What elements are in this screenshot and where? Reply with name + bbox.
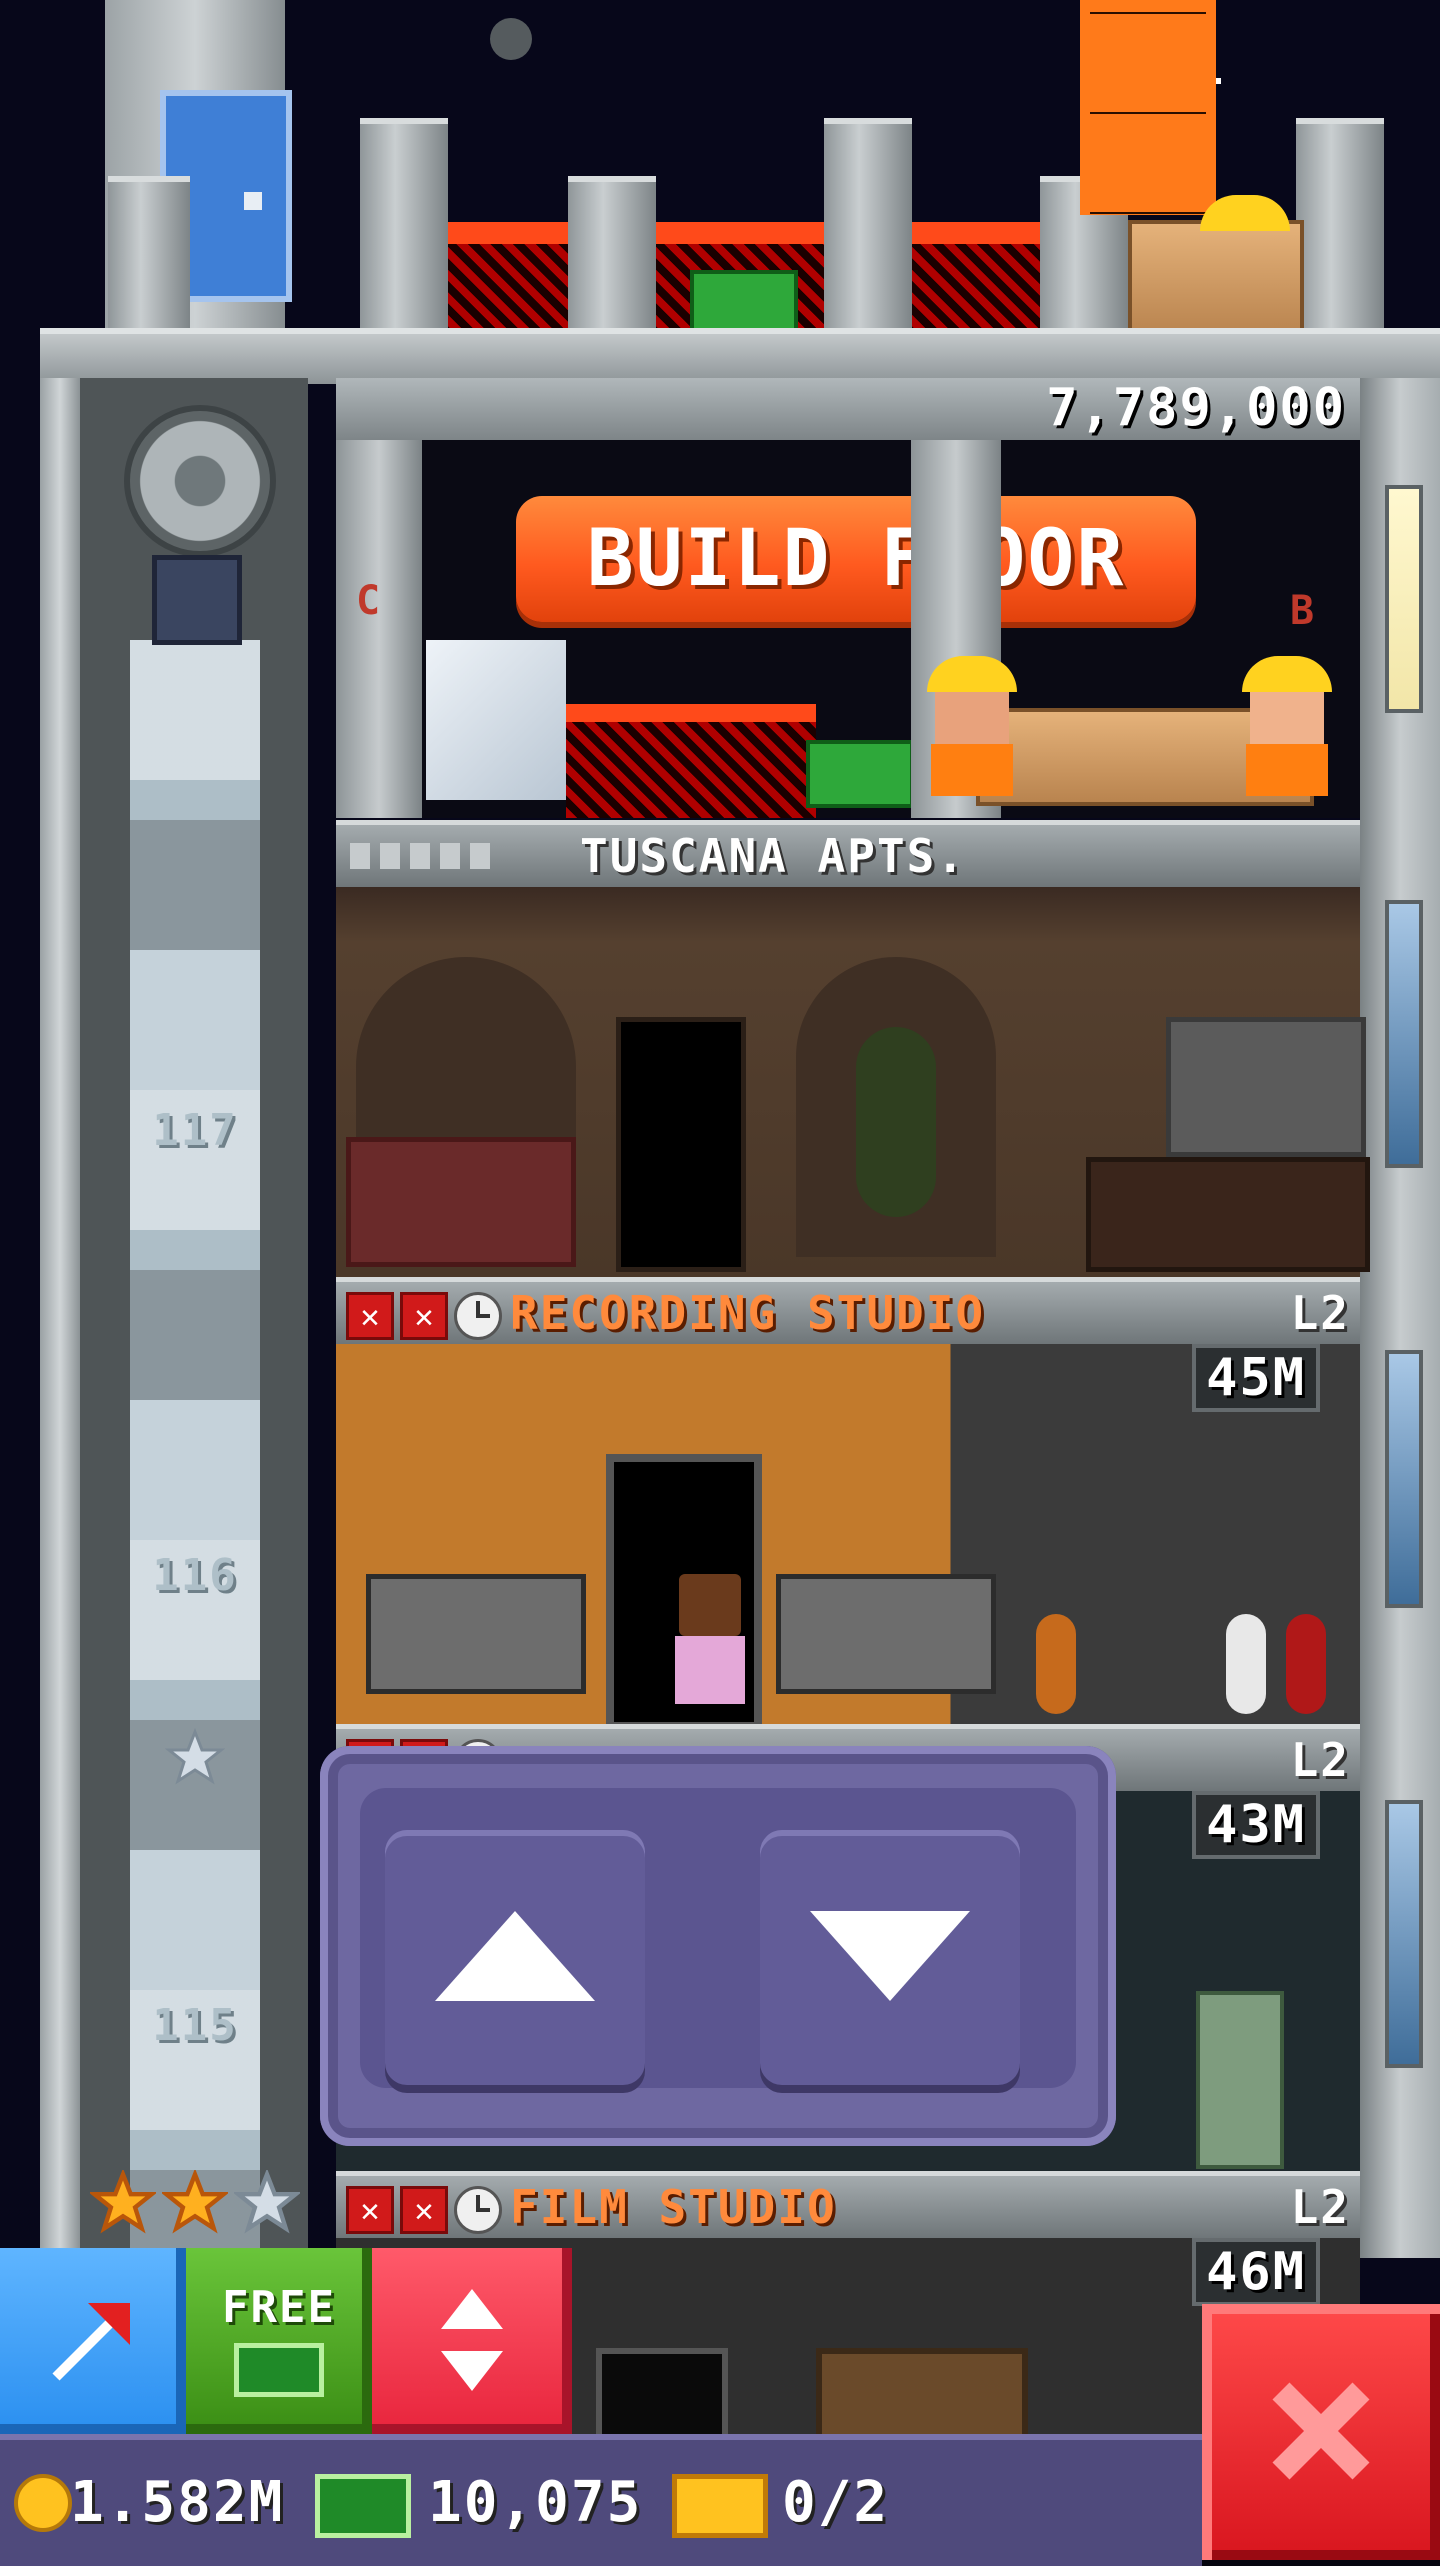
coin-icon [14,2474,72,2532]
room-door [616,1017,746,1272]
construction-worker [921,656,1021,796]
door-knob [244,192,262,210]
triangle-up-icon [435,1911,595,2001]
potted-tree [856,1027,936,1217]
bux-icon [234,2342,324,2397]
floor-level: L2 [1290,1733,1350,1787]
elevator-motor [112,405,276,665]
floor-room-recording-studio[interactable]: 45M [336,1344,1360,1730]
floor-name: FILM STUDIO [510,2180,837,2234]
star-silver-icon [234,2170,300,2234]
raise-tower-button[interactable] [0,2248,186,2434]
floor-status-icons: ✕ ✕ [346,1292,502,1340]
elevator-floor-number: 117 [152,1105,238,1156]
crane-tower [1080,0,1216,215]
resident-slots [350,843,490,869]
person-icon [350,843,370,869]
coins-value: 1.582M [70,2470,285,2535]
floor-header[interactable]: ✕ ✕ FILM STUDIO L2 [336,2171,1360,2238]
triangle-down-icon [810,1911,970,2001]
floor-room-tuscana[interactable] [336,887,1370,1277]
window [1385,1800,1423,2068]
clock-icon [454,2186,502,2234]
sign-letter: C [356,578,383,624]
clock-icon [454,1292,502,1340]
star-gold-icon [162,2170,228,2234]
build-cost: 7,789,000 [1046,378,1346,438]
toolbox-icon [806,740,914,808]
empty-slot-x-icon: ✕ [400,2186,448,2234]
construction-floor: 7,789,000 C B BUILD FLOOR [336,378,1360,818]
star-silver-icon [164,1727,226,1788]
person-icon [440,843,460,869]
floor-name: TUSCANA APTS. [580,829,967,883]
star-gold-icon [90,2170,156,2234]
empty-slot-x-icon: ✕ [400,1292,448,1340]
floor-level: L2 [1290,1286,1350,1340]
rating-stars [90,2170,310,2240]
elevator-toggle-button[interactable] [372,2248,572,2434]
roof-slab [40,328,1440,384]
elevator-control-panel [320,1746,1116,2146]
up-down-arrows-icon [441,2288,503,2391]
sign-letter: B [1290,588,1317,634]
tickets-value: 0/2 [782,2470,890,2535]
person-icon [410,843,430,869]
kitchen-cabinet [1166,1017,1366,1157]
floor-column [336,440,422,818]
ticket-icon [672,2474,768,2538]
motor-housing [152,555,242,645]
empty-slot-x-icon: ✕ [346,2186,394,2234]
sofa [346,1137,576,1267]
elevator-up-button[interactable] [385,1830,645,2085]
mixing-console [366,1574,586,1694]
free-label: FREE [222,2281,336,2333]
roof [0,0,1440,394]
floor-level: L2 [1290,2180,1350,2234]
window [1385,1350,1423,1608]
guitar-rack [1016,1574,1356,1714]
floor-status-icons: ✕ ✕ [346,2186,502,2234]
crate [1128,220,1304,338]
build-floor-button[interactable]: BUILD FLOOR [516,496,1196,622]
floor-price: 43M [1192,1791,1320,1859]
bux-value: 10,075 [428,2470,643,2535]
guitar-icon [1286,1614,1326,1714]
guitar-icon [1036,1614,1076,1714]
elevator-down-button[interactable] [760,1830,1020,2085]
mixing-console [776,1574,996,1694]
status-bar: 1.582M 10,075 0/2 [0,2434,1202,2566]
close-button[interactable] [1202,2304,1440,2560]
elevator-floor-number: 115 [152,2000,238,2051]
floor-price: 45M [1192,1344,1320,1412]
drywall-sheets [426,640,566,800]
elevator-floor-number: 116 [152,1550,238,1601]
floor-name: RECORDING STUDIO [510,1286,986,1340]
floor-header[interactable]: TUSCANA APTS. [336,820,1360,887]
construction-worker [1236,656,1336,796]
bux-icon [315,2474,411,2538]
window [1385,900,1423,1168]
sideboard [1086,1157,1370,1272]
floor-header[interactable]: ✕ ✕ RECORDING STUDIO L2 [336,1277,1360,1344]
left-wall [40,378,80,2258]
bitizen [671,1574,746,1704]
pulley-wheel-icon [124,405,276,557]
person-icon [380,843,400,869]
filing-cabinet [1196,1991,1284,2169]
window-lit [1385,485,1423,713]
hardhat-icon [927,656,1017,692]
hardhat-icon [1242,656,1332,692]
empty-slot-x-icon: ✕ [346,1292,394,1340]
x-icon [1272,2382,1370,2479]
free-bux-button[interactable]: FREE [186,2248,372,2434]
crane-hook-icon [490,18,532,60]
person-icon [470,843,490,869]
guitar-icon [1226,1614,1266,1714]
arrow-up-right-icon [52,2302,130,2381]
floor-price: 46M [1192,2238,1320,2306]
